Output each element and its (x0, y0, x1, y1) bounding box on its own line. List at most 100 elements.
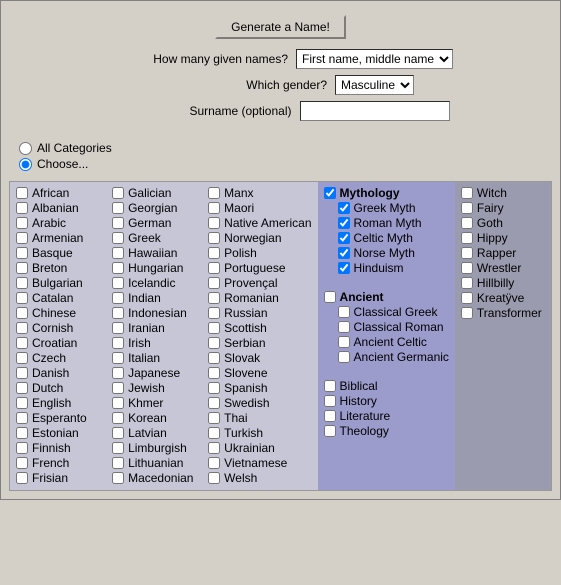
category-checkbox[interactable] (112, 202, 124, 214)
category-label[interactable]: Estonian (32, 426, 79, 440)
category-checkbox[interactable] (112, 472, 124, 484)
category-checkbox[interactable] (112, 322, 124, 334)
category-checkbox[interactable] (112, 277, 124, 289)
category-checkbox[interactable] (16, 472, 28, 484)
category-label[interactable]: Chinese (32, 306, 76, 320)
category-checkbox[interactable] (16, 262, 28, 274)
ancient-checkbox[interactable] (324, 291, 336, 303)
category-checkbox[interactable] (338, 232, 350, 244)
category-checkbox[interactable] (208, 187, 220, 199)
category-label[interactable]: Indonesian (128, 306, 187, 320)
category-checkbox[interactable] (16, 232, 28, 244)
category-checkbox[interactable] (208, 352, 220, 364)
category-checkbox[interactable] (208, 382, 220, 394)
category-label[interactable]: Galician (128, 186, 171, 200)
category-checkbox[interactable] (208, 412, 220, 424)
category-checkbox[interactable] (112, 187, 124, 199)
category-label[interactable]: Armenian (32, 231, 83, 245)
category-label[interactable]: Indian (128, 291, 161, 305)
gender-select[interactable]: Masculine Feminine Either (335, 75, 414, 95)
category-label[interactable]: African (32, 186, 69, 200)
category-checkbox[interactable] (16, 352, 28, 364)
surname-input[interactable] (300, 101, 450, 121)
category-label[interactable]: Norse Myth (354, 246, 415, 260)
ancient-header-label[interactable]: Ancient (340, 290, 384, 304)
category-label[interactable]: Welsh (224, 471, 257, 485)
category-checkbox[interactable] (461, 187, 473, 199)
category-label[interactable]: Transformer (477, 306, 542, 320)
category-checkbox[interactable] (324, 425, 336, 437)
category-label[interactable]: Irish (128, 336, 151, 350)
category-checkbox[interactable] (208, 247, 220, 259)
category-label[interactable]: Dutch (32, 381, 63, 395)
category-label[interactable]: Bulgarian (32, 276, 83, 290)
category-checkbox[interactable] (461, 232, 473, 244)
category-label[interactable]: Ukrainian (224, 441, 275, 455)
category-label[interactable]: Lithuanian (128, 456, 183, 470)
category-checkbox[interactable] (112, 457, 124, 469)
category-checkbox[interactable] (461, 277, 473, 289)
category-label[interactable]: Rapper (477, 246, 516, 260)
category-checkbox[interactable] (112, 397, 124, 409)
category-checkbox[interactable] (461, 217, 473, 229)
category-checkbox[interactable] (208, 202, 220, 214)
category-checkbox[interactable] (338, 306, 350, 318)
category-checkbox[interactable] (461, 262, 473, 274)
category-checkbox[interactable] (16, 322, 28, 334)
category-label[interactable]: Korean (128, 411, 167, 425)
category-checkbox[interactable] (461, 202, 473, 214)
category-label[interactable]: Witch (477, 186, 507, 200)
category-checkbox[interactable] (112, 442, 124, 454)
category-checkbox[interactable] (16, 367, 28, 379)
category-label[interactable]: Hungarian (128, 261, 183, 275)
category-label[interactable]: Classical Greek (354, 305, 438, 319)
mythology-checkbox[interactable] (324, 187, 336, 199)
category-label[interactable]: Thai (224, 411, 247, 425)
category-label[interactable]: Albanian (32, 201, 79, 215)
category-label[interactable]: German (128, 216, 171, 230)
given-names-select[interactable]: First name only First name, middle name … (296, 49, 453, 69)
category-checkbox[interactable] (208, 397, 220, 409)
category-label[interactable]: Romanian (224, 291, 279, 305)
category-label[interactable]: Limburgish (128, 441, 187, 455)
category-checkbox[interactable] (16, 457, 28, 469)
category-label[interactable]: Basque (32, 246, 73, 260)
category-label[interactable]: Breton (32, 261, 67, 275)
category-label[interactable]: Norwegian (224, 231, 281, 245)
category-label[interactable]: Native American (224, 216, 311, 230)
category-label[interactable]: Serbian (224, 336, 265, 350)
category-label[interactable]: Catalan (32, 291, 73, 305)
generate-button[interactable]: Generate a Name! (215, 15, 346, 39)
category-checkbox[interactable] (208, 442, 220, 454)
category-checkbox[interactable] (208, 232, 220, 244)
category-checkbox[interactable] (16, 442, 28, 454)
category-checkbox[interactable] (112, 232, 124, 244)
category-label[interactable]: History (340, 394, 377, 408)
category-label[interactable]: Manx (224, 186, 253, 200)
category-checkbox[interactable] (338, 336, 350, 348)
category-checkbox[interactable] (338, 262, 350, 274)
category-checkbox[interactable] (112, 427, 124, 439)
category-checkbox[interactable] (112, 337, 124, 349)
category-checkbox[interactable] (16, 292, 28, 304)
category-checkbox[interactable] (324, 410, 336, 422)
category-checkbox[interactable] (461, 307, 473, 319)
category-label[interactable]: Swedish (224, 396, 269, 410)
category-label[interactable]: Hippy (477, 231, 508, 245)
category-label[interactable]: Roman Myth (354, 216, 422, 230)
choose-radio[interactable] (19, 158, 32, 171)
category-label[interactable]: Hinduism (354, 261, 404, 275)
category-label[interactable]: Literature (340, 409, 391, 423)
choose-label[interactable]: Choose... (37, 157, 88, 171)
category-checkbox[interactable] (338, 321, 350, 333)
category-checkbox[interactable] (338, 247, 350, 259)
category-label[interactable]: Hillbilly (477, 276, 514, 290)
category-label[interactable]: Turkish (224, 426, 263, 440)
category-checkbox[interactable] (461, 292, 473, 304)
category-checkbox[interactable] (208, 472, 220, 484)
category-checkbox[interactable] (208, 457, 220, 469)
category-checkbox[interactable] (16, 247, 28, 259)
category-label[interactable]: Provençal (224, 276, 277, 290)
category-label[interactable]: Wrestler (477, 261, 521, 275)
category-label[interactable]: Cornish (32, 321, 73, 335)
